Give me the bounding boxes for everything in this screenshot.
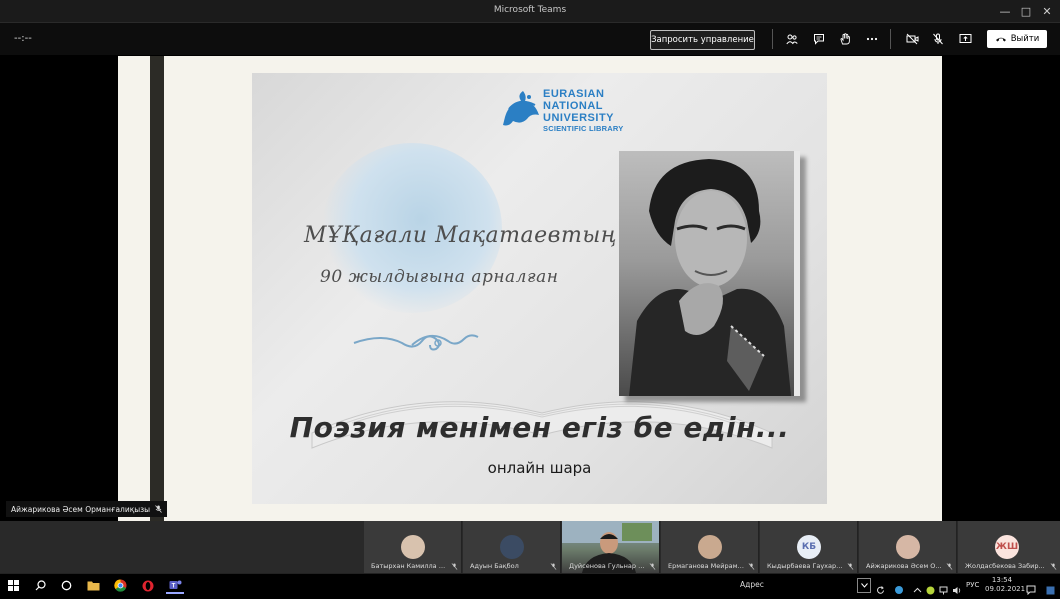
participant-name: Адуын Бақбол	[470, 562, 519, 570]
participant-name: Дуйсенова Гульнар Г...	[569, 562, 645, 570]
leave-label: Выйти	[1010, 34, 1040, 44]
participant-name: Жолдасбекова Забир...	[965, 562, 1045, 570]
request-control-button[interactable]: Запросить управление	[650, 30, 755, 50]
participant-video-tile[interactable]: Дуйсенова Гульнар Г...	[562, 521, 660, 573]
window-title: Microsoft Teams	[493, 5, 567, 15]
participant-avatar	[500, 535, 524, 559]
file-explorer-icon[interactable]	[84, 577, 102, 594]
shared-screen-left-panel	[150, 56, 164, 521]
hang-up-icon	[995, 37, 1006, 42]
mic-muted-icon	[946, 563, 953, 570]
chrome-icon[interactable]	[111, 577, 129, 594]
participant-tile[interactable]: Айжарикова Әсем О...	[859, 521, 957, 573]
participant-avatar	[698, 535, 722, 559]
teams-taskbar-icon[interactable]: T	[166, 577, 184, 594]
participant-tile[interactable]: Адуын Бақбол	[463, 521, 561, 573]
participants-icon[interactable]	[783, 30, 801, 48]
mic-muted-icon	[155, 505, 162, 513]
university-logo: EURASIAN NATIONAL UNIVERSITY SCIENTIFIC …	[497, 83, 627, 143]
participant-avatar	[896, 535, 920, 559]
search-icon[interactable]	[31, 577, 49, 594]
window-titlebar: Microsoft Teams — □ ✕	[0, 0, 1060, 23]
windows-taskbar: T Адрес РУС 13:54 09.02.2021	[0, 573, 1060, 597]
more-options-icon[interactable]	[863, 30, 881, 48]
shared-content-area: EURASIAN NATIONAL UNIVERSITY SCIENTIFIC …	[0, 56, 1060, 521]
security-status-icon[interactable]	[926, 580, 935, 595]
presenter-name: Айжарикова Әсем Орманғалиқызы	[11, 504, 151, 514]
mic-muted-icon	[847, 563, 854, 570]
participant-name: Ермаганова Мейрамг...	[668, 562, 744, 570]
task-view-icon[interactable]	[57, 577, 75, 594]
presentation-slide: EURASIAN NATIONAL UNIVERSITY SCIENTIFIC …	[252, 73, 827, 504]
close-button[interactable]: ✕	[1032, 0, 1060, 22]
network-icon[interactable]	[939, 580, 948, 595]
refresh-icon[interactable]	[876, 580, 885, 594]
participant-tile[interactable]: КБ Кыдырбаева Гаухар Б...	[760, 521, 858, 573]
logo-line-3: UNIVERSITY	[543, 112, 615, 124]
address-toolbar-label: Адрес	[740, 580, 764, 589]
eurasian-university-emblem-icon	[503, 91, 539, 126]
volume-icon[interactable]	[952, 580, 961, 594]
show-hidden-icons-icon[interactable]	[913, 580, 922, 593]
notifications-icon[interactable]	[1026, 580, 1036, 596]
toolbar-divider	[890, 29, 891, 49]
mic-muted-icon	[1050, 563, 1057, 570]
clock-date: 09.02.2021	[985, 585, 1026, 593]
svg-text:T: T	[171, 583, 175, 589]
mic-muted-icon	[748, 563, 755, 570]
call-timer: --:--	[14, 33, 32, 44]
address-dropdown-button[interactable]	[857, 578, 871, 593]
mic-off-icon[interactable]	[929, 30, 947, 48]
participant-name: Батырхан Камилла Р...	[371, 562, 447, 570]
call-controls-bar: --:-- Запросить управление Выйти	[0, 23, 1060, 55]
camera-off-icon[interactable]	[903, 30, 921, 48]
presenter-name-tag: Айжарикова Әсем Орманғалиқызы	[6, 501, 168, 517]
participant-initials-avatar: КБ	[797, 535, 821, 559]
weather-icon[interactable]	[894, 580, 903, 594]
participant-name: Кыдырбаева Гаухар Б...	[767, 562, 843, 570]
slide-main-title: Поэзия менімен егіз бе едін...	[289, 411, 790, 444]
raise-hand-icon[interactable]	[836, 30, 854, 48]
portrait-silhouette	[629, 159, 791, 396]
mic-muted-icon	[649, 563, 656, 570]
participant-strip: Батырхан Камилла Р... Адуын Бақбол Дуйсе…	[0, 521, 1060, 573]
opera-icon[interactable]	[139, 577, 157, 594]
system-clock[interactable]: 13:54 09.02.2021	[985, 576, 1026, 594]
poet-portrait-photo	[619, 151, 800, 396]
input-language-indicator[interactable]: РУС	[966, 581, 979, 589]
slide-heading-line2: 90 жылдығына арналған	[320, 267, 559, 287]
leave-call-button[interactable]: Выйти	[987, 30, 1047, 48]
participant-tile[interactable]: Батырхан Камилла Р...	[364, 521, 462, 573]
chevron-down-icon	[860, 583, 868, 588]
participant-name: Айжарикова Әсем О...	[866, 562, 942, 570]
slide-subtitle: онлайн шара	[487, 459, 592, 477]
participant-tile[interactable]: Ермаганова Мейрамг...	[661, 521, 759, 573]
participant-avatar	[401, 535, 425, 559]
participant-tile[interactable]: ЖШ Жолдасбекова Забир...	[958, 521, 1060, 573]
show-desktop-icon[interactable]	[1046, 580, 1055, 595]
slide-heading-line1: МҰҚағали Мақатаевтың	[304, 223, 617, 248]
logo-line-2: NATIONAL	[543, 100, 604, 112]
toolbar-divider	[772, 29, 773, 49]
participant-initials-avatar: ЖШ	[995, 535, 1019, 559]
mic-muted-icon	[550, 563, 557, 570]
ornament-swirl-icon	[353, 334, 479, 351]
chat-icon[interactable]	[810, 30, 828, 48]
clock-time: 13:54	[991, 576, 1013, 584]
mic-muted-icon	[451, 563, 458, 570]
logo-line-1: EURASIAN	[543, 88, 605, 100]
share-screen-icon[interactable]	[956, 30, 974, 48]
windows-start-icon[interactable]	[4, 577, 22, 594]
logo-line-4: SCIENTIFIC LIBRARY	[543, 124, 624, 133]
